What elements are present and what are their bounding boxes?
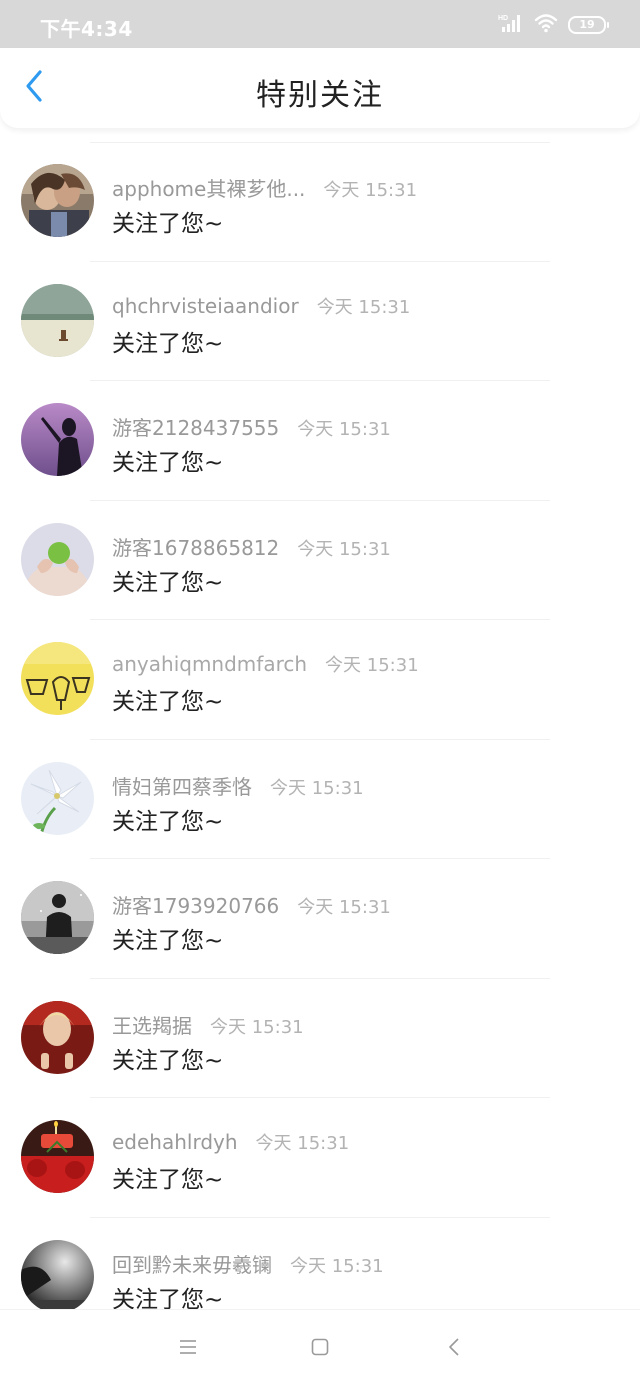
avatar — [21, 642, 94, 715]
user-name: qhchrvisteiaandior — [112, 293, 299, 318]
list-item[interactable]: 回到黔未来毋羲镧 今天 15:31 关注了您~ — [0, 1218, 640, 1310]
name-line: anyahiqmndmfarch 今天 15:31 — [112, 651, 419, 677]
follow-message: 关注了您~ — [112, 1167, 224, 1193]
follow-time: 今天 15:31 — [325, 655, 419, 676]
name-line: edehahlrdyh 今天 15:31 — [112, 1129, 349, 1155]
home-button[interactable] — [302, 1334, 338, 1364]
name-line: 王选羯据 今天 15:31 — [112, 1010, 304, 1039]
status-bar: 下午4:34 HD 19 — [0, 0, 640, 48]
user-name: anyahiqmndmfarch — [112, 652, 308, 676]
follow-message: 关注了您~ — [112, 1047, 224, 1074]
follow-time: 今天 15:31 — [297, 538, 391, 560]
avatar — [21, 403, 94, 476]
battery-icon: 19 — [568, 16, 609, 34]
name-line: 游客2128437555 今天 15:31 — [112, 412, 391, 441]
user-name: 情妇第四蔡季恪 — [112, 774, 252, 799]
list-item[interactable]: qhchrvisteiaandior 今天 15:31 关注了您~ — [0, 262, 640, 381]
list-item[interactable]: apphome其裸芗他... 今天 15:31 关注了您~ — [0, 142, 640, 262]
header: 特别关注 — [0, 48, 640, 128]
follow-message: 关注了您~ — [112, 1286, 224, 1310]
screen: 下午4:34 HD 19 特别关注 apphome其裸芗他... 今天 15:3… — [0, 0, 640, 1387]
follow-message: 关注了您~ — [112, 330, 224, 357]
hd-signal-icon: HD — [498, 13, 524, 37]
name-line: qhchrvisteiaandior 今天 15:31 — [112, 293, 410, 319]
name-line: 游客1793920766 今天 15:31 — [112, 890, 391, 919]
list-item[interactable]: 游客2128437555 今天 15:31 关注了您~ — [0, 381, 640, 501]
follow-time: 今天 15:31 — [210, 1016, 304, 1038]
user-name: 回到黔未来毋羲镧 — [112, 1252, 272, 1277]
follow-message: 关注了您~ — [112, 928, 224, 954]
list-item[interactable]: 游客1678865812 今天 15:31 关注了您~ — [0, 501, 640, 620]
follow-time: 今天 15:31 — [255, 1133, 350, 1154]
name-line: apphome其裸芗他... 今天 15:31 — [112, 173, 417, 202]
follow-list: apphome其裸芗他... 今天 15:31 关注了您~ qhchrviste… — [0, 128, 640, 1309]
follow-message: 关注了您~ — [112, 808, 224, 835]
follow-time: 今天 15:31 — [297, 419, 391, 440]
follow-message: 关注了您~ — [112, 211, 224, 237]
follow-message: 关注了您~ — [112, 689, 224, 715]
home-square-icon — [310, 1337, 330, 1361]
user-name: 游客2128437555 — [112, 416, 280, 440]
list-item[interactable]: 游客1793920766 今天 15:31 关注了您~ — [0, 859, 640, 979]
avatar — [21, 283, 94, 357]
menu-icon — [178, 1339, 198, 1359]
back-triangle-icon — [447, 1337, 461, 1361]
menu-button[interactable] — [170, 1334, 206, 1364]
list-item[interactable]: 王选羯据 今天 15:31 关注了您~ — [0, 979, 640, 1098]
follow-message: 关注了您~ — [112, 450, 224, 476]
status-icons: HD 19 — [498, 13, 609, 37]
name-line: 游客1678865812 今天 15:31 — [112, 532, 391, 561]
follow-time: 今天 15:31 — [323, 180, 418, 201]
follow-time: 今天 15:31 — [297, 897, 391, 918]
system-back-button[interactable] — [436, 1334, 472, 1364]
avatar — [21, 1239, 94, 1309]
follow-time: 今天 15:31 — [270, 777, 364, 799]
list-item[interactable]: anyahiqmndmfarch 今天 15:31 关注了您~ — [0, 620, 640, 740]
list-item[interactable]: 情妇第四蔡季恪 今天 15:31 关注了您~ — [0, 740, 640, 859]
user-name: edehahlrdyh — [112, 1130, 238, 1154]
avatar — [21, 164, 94, 237]
avatar — [21, 761, 94, 835]
user-name: 游客1793920766 — [112, 894, 280, 918]
user-name: 王选羯据 — [112, 1013, 192, 1038]
list-item[interactable]: edehahlrdyh 今天 15:31 关注了您~ — [0, 1098, 640, 1218]
name-line: 回到黔未来毋羲镧 今天 15:31 — [112, 1249, 384, 1278]
avatar — [21, 1120, 94, 1193]
user-name: 游客1678865812 — [112, 535, 280, 560]
name-line: 情妇第四蔡季恪 今天 15:31 — [112, 771, 364, 800]
wifi-icon — [534, 13, 558, 37]
follow-time: 今天 15:31 — [290, 1255, 384, 1277]
avatar — [21, 1000, 94, 1074]
follow-message: 关注了您~ — [112, 569, 224, 596]
page-title: 特别关注 — [256, 78, 384, 113]
svg-text:HD: HD — [498, 15, 508, 22]
system-nav-bar — [0, 1309, 640, 1387]
status-time: 下午4:34 — [40, 17, 133, 41]
follow-time: 今天 15:31 — [316, 296, 411, 318]
avatar — [21, 522, 94, 596]
user-name: apphome其裸芗他... — [112, 177, 306, 201]
avatar — [21, 881, 94, 954]
